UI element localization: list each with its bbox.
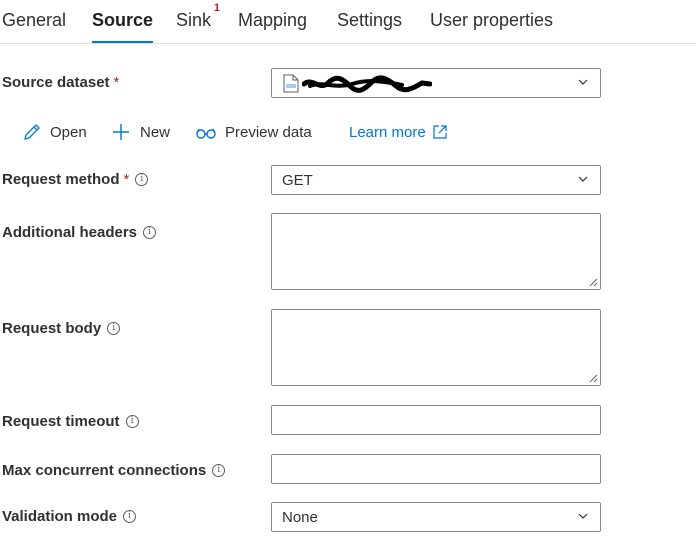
request-method-select[interactable]: GET	[271, 165, 601, 195]
tab-settings[interactable]: Settings	[337, 10, 402, 31]
preview-data-label: Preview data	[225, 123, 312, 141]
tab-source[interactable]: Source	[92, 10, 154, 43]
tab-bar: General Source Sink 1 Mapping Settings U…	[0, 0, 696, 44]
redacted-value	[302, 75, 432, 93]
info-icon[interactable]: i	[143, 226, 157, 239]
request-method-label-text: Request method	[2, 171, 120, 188]
source-dataset-label-text: Source dataset	[2, 74, 110, 91]
plus-icon	[113, 124, 129, 140]
info-icon[interactable]: i	[135, 173, 149, 186]
tab-sink-label: Sink	[176, 10, 212, 30]
chevron-down-icon	[578, 176, 588, 182]
info-icon[interactable]: i	[107, 322, 121, 335]
error-count-badge: 1	[213, 2, 221, 14]
pencil-icon	[24, 124, 40, 140]
validation-mode-label-text: Validation mode	[2, 508, 118, 525]
resize-grip-icon[interactable]	[589, 374, 598, 383]
learn-more-link[interactable]: Learn more	[349, 118, 456, 146]
chevron-down-icon	[578, 513, 588, 519]
new-button[interactable]: New	[110, 118, 170, 146]
validation-mode-label: Validation mode i	[2, 508, 137, 525]
info-icon[interactable]: i	[123, 510, 137, 523]
required-marker: *	[123, 171, 130, 188]
request-method-label: Request method * i	[2, 171, 149, 188]
tab-mapping-label: Mapping	[238, 10, 308, 30]
max-concurrent-connections-label-text: Max concurrent connections	[2, 462, 207, 479]
open-label: Open	[50, 123, 87, 141]
request-timeout-label: Request timeout i	[2, 413, 139, 430]
tab-source-label: Source	[92, 10, 154, 30]
source-dataset-select[interactable]	[271, 68, 601, 98]
external-link-icon	[433, 125, 447, 139]
max-concurrent-connections-input[interactable]	[271, 454, 601, 484]
preview-data-button[interactable]: Preview data	[195, 118, 312, 146]
request-timeout-label-text: Request timeout	[2, 413, 120, 430]
glasses-icon	[196, 128, 216, 139]
additional-headers-label: Additional headers i	[2, 224, 157, 241]
request-method-value: GET	[282, 172, 313, 189]
tab-sink[interactable]: Sink 1	[176, 2, 220, 31]
tab-mapping[interactable]: Mapping	[238, 10, 307, 31]
info-icon[interactable]: i	[212, 464, 226, 477]
tab-general[interactable]: General	[2, 10, 66, 31]
additional-headers-textarea[interactable]	[271, 213, 601, 290]
info-icon[interactable]: i	[125, 415, 139, 428]
json-file-icon	[283, 74, 299, 93]
max-concurrent-connections-label: Max concurrent connections i	[2, 462, 226, 479]
chevron-down-icon	[578, 79, 588, 85]
source-dataset-label: Source dataset *	[2, 74, 119, 91]
validation-mode-value: None	[282, 509, 318, 526]
validation-mode-select[interactable]: None	[271, 502, 601, 532]
required-marker: *	[113, 74, 120, 91]
additional-headers-label-text: Additional headers	[2, 224, 138, 241]
tab-user-properties[interactable]: User properties	[430, 10, 553, 31]
resize-grip-icon[interactable]	[589, 278, 598, 287]
tab-general-label: General	[2, 10, 67, 30]
tab-user-properties-label: User properties	[430, 10, 554, 30]
tab-settings-label: Settings	[337, 10, 403, 30]
request-body-label: Request body i	[2, 320, 121, 337]
request-body-textarea[interactable]	[271, 309, 601, 386]
active-tab-indicator	[92, 41, 154, 43]
request-body-label-text: Request body	[2, 320, 102, 337]
learn-more-label: Learn more	[349, 123, 426, 141]
request-timeout-input[interactable]	[271, 405, 601, 435]
new-label: New	[140, 123, 171, 141]
open-button[interactable]: Open	[22, 118, 87, 146]
